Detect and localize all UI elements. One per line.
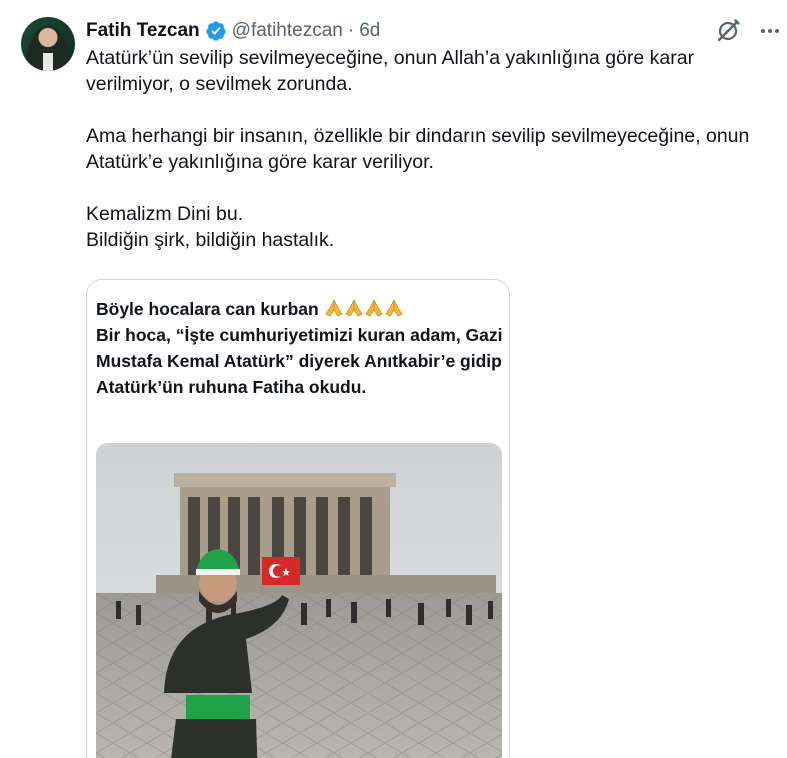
quoted-title: Böyle hocalara can kurban (96, 299, 319, 319)
tweet-actions (715, 18, 787, 44)
timestamp[interactable]: 6d (359, 20, 380, 42)
author-name[interactable]: Fatih Tezcan (86, 20, 200, 42)
avatar[interactable] (21, 17, 75, 71)
quoted-photo[interactable] (96, 443, 502, 758)
praying-hands-icon (385, 299, 403, 317)
quoted-tweet-card[interactable]: Böyle hocalara can kurban Bir hoca, “İşt… (86, 279, 510, 758)
praying-hands-emoji-row (324, 299, 404, 319)
more-icon[interactable] (757, 18, 783, 44)
quoted-body: Bir hoca, “İşte cumhuriyetimizi kuran ad… (96, 325, 503, 397)
tweet-header: Fatih Tezcan @fatihtezcan · 6d (86, 18, 380, 44)
praying-hands-icon (345, 299, 363, 317)
tweet-paragraph: Kemalizm Dini bu. (86, 203, 244, 225)
grok-icon[interactable] (715, 18, 741, 44)
tweet-paragraph: Ama herhangi bir insanın, özellikle bir … (86, 125, 750, 173)
tweet-text: Atatürk’ün sevilip sevilmeyeceğine, onun… (86, 45, 776, 253)
praying-hands-icon (365, 299, 383, 317)
quoted-text: Böyle hocalara can kurban Bir hoca, “İşt… (96, 296, 506, 400)
verified-badge-icon (206, 21, 226, 41)
tweet-paragraph: Atatürk’ün sevilip sevilmeyeceğine, onun… (86, 47, 695, 95)
praying-hands-icon (325, 299, 343, 317)
tweet[interactable]: Fatih Tezcan @fatihtezcan · 6d Atatürk’ü… (0, 0, 787, 758)
separator-dot: · (347, 20, 355, 41)
anitkabir-photo (96, 443, 502, 758)
tweet-paragraph: Bildiğin şirk, bildiğin hastalık. (86, 229, 335, 251)
author-handle[interactable]: @fatihtezcan (232, 20, 343, 42)
